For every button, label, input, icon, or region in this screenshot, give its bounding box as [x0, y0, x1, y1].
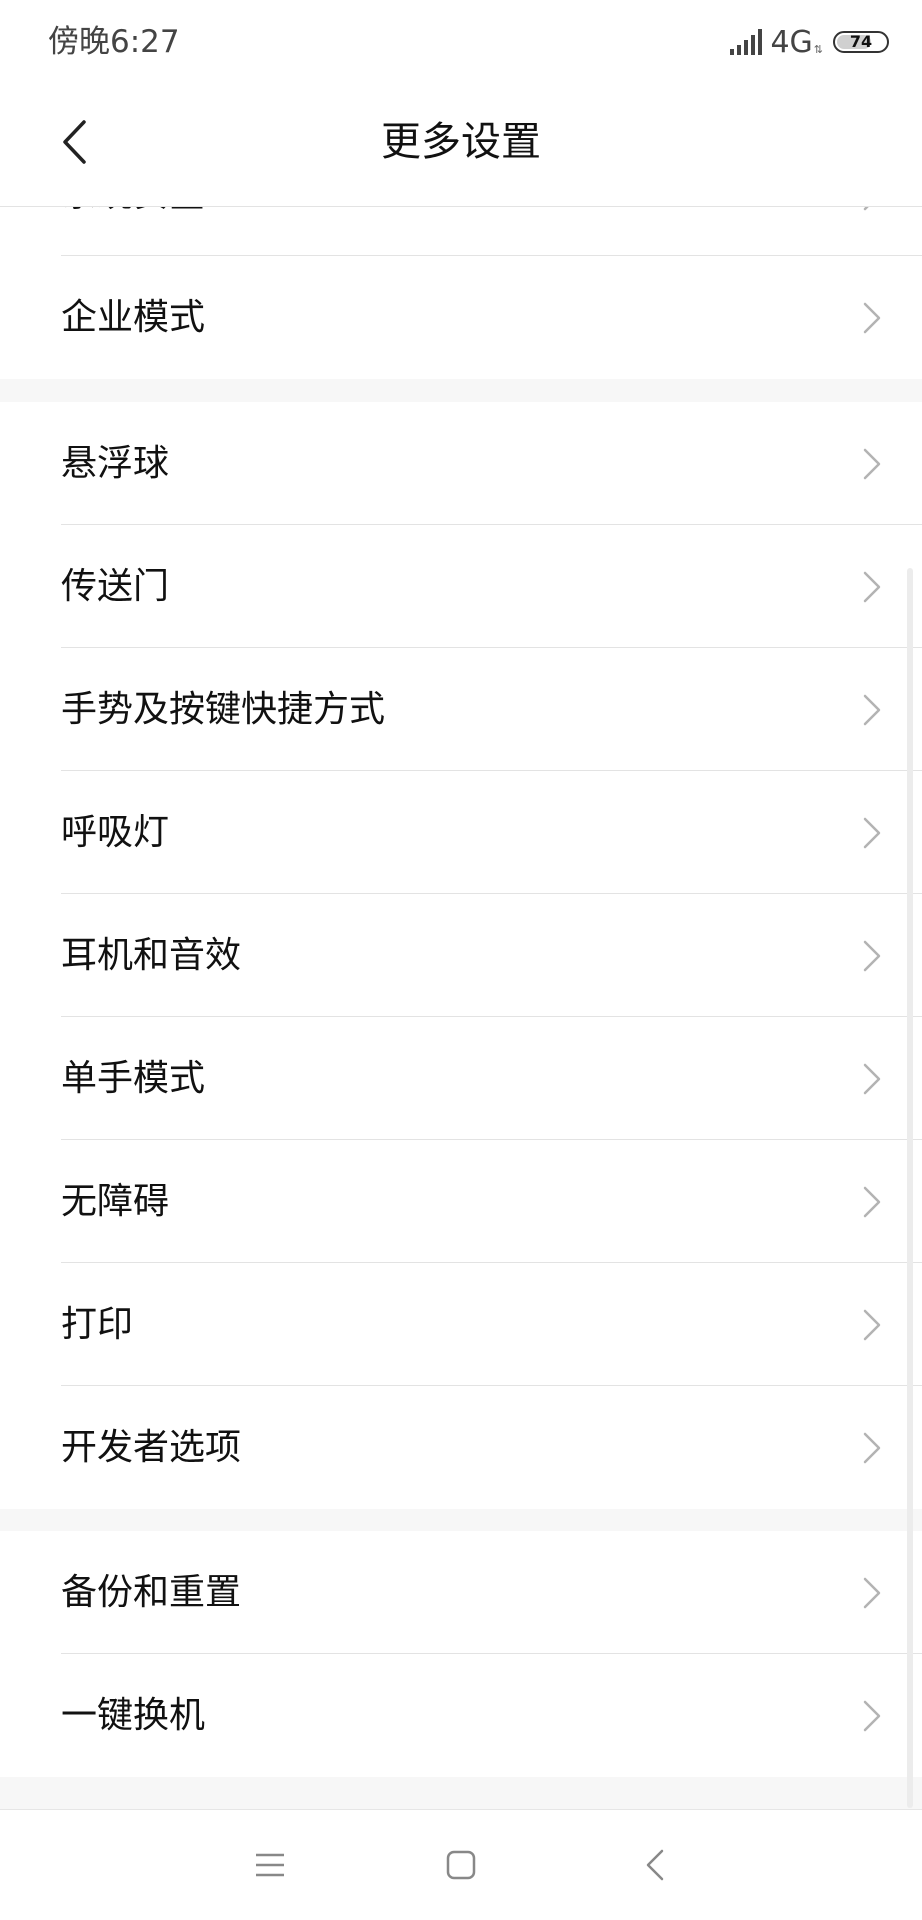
chevron-right-icon — [863, 1577, 881, 1609]
list-item[interactable]: 备份和重置 — [0, 1531, 922, 1654]
list-item-label: 企业模式 — [61, 297, 206, 338]
list-item[interactable]: 传送门 — [0, 525, 922, 648]
list-item-label: 无障碍 — [61, 1181, 170, 1222]
chevron-right-icon — [863, 448, 881, 480]
list-item-label: 耳机和音效 — [61, 935, 242, 976]
status-indicators: 4G ⇅ 74 — [730, 22, 889, 62]
chevron-right-icon — [863, 302, 881, 334]
settings-group-backup: 备份和重置 一键换机 — [0, 1531, 922, 1777]
chevron-right-icon — [863, 1432, 881, 1464]
list-item-label: 系统安全 — [61, 206, 205, 256]
chevron-right-icon — [863, 1309, 881, 1341]
list-item-label: 单手模式 — [61, 1058, 206, 1099]
settings-group-features: 悬浮球 传送门 手势及按键快捷方式 呼吸灯 耳机和音效 单手模式 无障碍 打印 … — [0, 402, 922, 1509]
menu-icon — [256, 1853, 284, 1877]
settings-list[interactable]: 系统安全 企业模式 悬浮球 传送门 手势及按键快捷方式 — [0, 206, 922, 1809]
status-bar: 傍晚6:27 4G ⇅ 74 — [0, 0, 922, 84]
chevron-right-icon — [863, 1063, 881, 1095]
list-item-label: 打印 — [61, 1304, 134, 1345]
list-item-label: 手势及按键快捷方式 — [61, 689, 386, 730]
list-item-label: 传送门 — [61, 566, 170, 607]
list-item[interactable]: 无障碍 — [0, 1140, 922, 1263]
list-item-label: 悬浮球 — [61, 443, 170, 484]
menu-button[interactable] — [240, 1835, 300, 1895]
scrollbar[interactable] — [907, 568, 913, 1808]
page-title: 更多设置 — [381, 119, 541, 165]
chevron-right-icon — [863, 940, 881, 972]
list-item[interactable]: 开发者选项 — [0, 1386, 922, 1509]
chevron-right-icon — [863, 571, 881, 603]
list-item-label: 开发者选项 — [61, 1427, 242, 1468]
chevron-right-icon — [863, 1700, 881, 1732]
list-item-label: 呼吸灯 — [61, 812, 170, 853]
chevron-right-icon — [863, 1186, 881, 1218]
navigation-bar — [0, 1809, 922, 1920]
list-item[interactable]: 一键换机 — [0, 1654, 922, 1777]
signal-icon — [730, 29, 763, 55]
list-item-label: 一键换机 — [61, 1695, 206, 1736]
nav-back-button[interactable] — [625, 1835, 685, 1895]
chevron-right-icon — [863, 817, 881, 849]
settings-group-system: 系统安全 企业模式 — [0, 206, 922, 379]
chevron-right-icon — [863, 694, 881, 726]
list-item-label: 备份和重置 — [61, 1572, 242, 1613]
network-activity-icon: ⇅ — [813, 42, 823, 56]
list-item[interactable]: 系统安全 — [0, 206, 922, 256]
list-item[interactable]: 手势及按键快捷方式 — [0, 648, 922, 771]
status-time: 傍晚6:27 — [48, 24, 180, 60]
battery-icon: 74 — [833, 31, 889, 53]
list-item[interactable]: 呼吸灯 — [0, 771, 922, 894]
back-icon — [646, 1849, 664, 1881]
title-bar: 更多设置 — [0, 84, 922, 207]
list-item[interactable]: 悬浮球 — [0, 402, 922, 525]
list-item[interactable]: 耳机和音效 — [0, 894, 922, 1017]
home-icon — [446, 1850, 476, 1880]
list-item[interactable]: 打印 — [0, 1263, 922, 1386]
list-item[interactable]: 单手模式 — [0, 1017, 922, 1140]
network-type: 4G — [770, 24, 813, 60]
home-button[interactable] — [431, 1835, 491, 1895]
settings-screen: 傍晚6:27 4G ⇅ 74 更多设置 企业模式 悬浮球 传送门 手势及按键快捷… — [0, 0, 922, 1920]
list-item[interactable]: 企业模式 — [0, 256, 922, 379]
battery-level: 74 — [849, 32, 873, 51]
